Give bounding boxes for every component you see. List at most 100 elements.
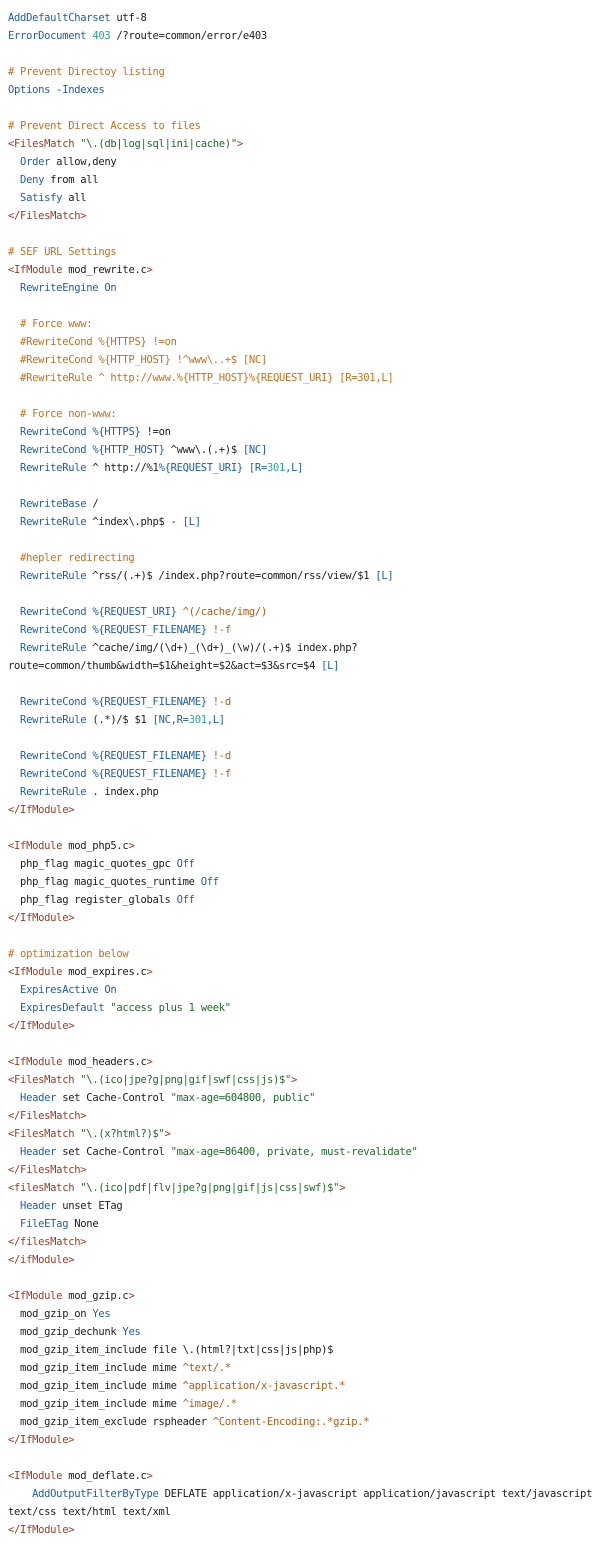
section-tag-token: <IfModule xyxy=(8,1470,63,1482)
section-tag-token: <filesMatch xyxy=(8,1182,75,1194)
code-line: <IfModule mod_php5.c> xyxy=(8,837,596,855)
directive-token: [R= xyxy=(248,462,267,474)
code-line: mod_gzip_dechunk Yes xyxy=(8,1323,596,1341)
code-line: # Force non-www: xyxy=(8,405,596,423)
code-line: #RewriteCond %{HTTP_HOST} !^www\..+$ [NC… xyxy=(8,351,596,369)
code-line: </filesMatch> xyxy=(8,1233,596,1251)
code-line: RewriteCond %{REQUEST_FILENAME} !-f xyxy=(8,621,596,639)
directive-token: Off xyxy=(176,894,195,906)
comment-token: #RewriteCond %{HTTP_HOST} !^www\..+$ [NC… xyxy=(20,354,267,366)
directive-token: [NC,R= xyxy=(152,714,189,726)
pattern-token: ^text/.* xyxy=(182,1362,231,1374)
pattern-token: !-f xyxy=(212,768,231,780)
code-line: Header set Cache-Control "max-age=86400,… xyxy=(8,1143,596,1161)
code-line: Header set Cache-Control "max-age=604800… xyxy=(8,1089,596,1107)
code-line: AddOutputFilterByType DEFLATE applicatio… xyxy=(8,1485,596,1503)
code-line: Satisfy all xyxy=(8,189,596,207)
directive-token: %{HTTPS} xyxy=(92,426,141,438)
code-line: mod_gzip_item_include mime ^text/.* xyxy=(8,1359,596,1377)
code-line: FileETag None xyxy=(8,1215,596,1233)
code-line: # Prevent Directoy listing xyxy=(8,63,596,81)
code-line: mod_gzip_item_include mime ^image/.* xyxy=(8,1395,596,1413)
code-line: </FilesMatch> xyxy=(8,1107,596,1125)
code-text: /?route=common/error/e403 xyxy=(110,30,267,42)
directive-token: Off xyxy=(200,876,219,888)
code-text: set Cache-Control xyxy=(56,1146,171,1158)
code-line: <IfModule mod_expires.c> xyxy=(8,963,596,981)
section-tag-token: </FilesMatch> xyxy=(8,1110,87,1122)
section-tag-token: > xyxy=(146,1470,153,1482)
code-line: #hepler redirecting xyxy=(8,549,596,567)
directive-token: ,L] xyxy=(206,714,225,726)
directive-token: RewriteRule xyxy=(20,570,87,582)
section-tag-token: </ifModule> xyxy=(8,1254,75,1266)
directive-token: Yes xyxy=(122,1326,141,1338)
code-line: php_flag magic_quotes_gpc Off xyxy=(8,855,596,873)
code-line: AddDefaultCharset utf-8 xyxy=(8,9,596,27)
directive-token: RewriteCond xyxy=(20,750,87,762)
code-text: all xyxy=(62,192,87,204)
section-tag-token: <IfModule xyxy=(8,1290,63,1302)
code-text: mod_gzip_item_include mime xyxy=(8,1380,183,1392)
code-line: <IfModule mod_deflate.c> xyxy=(8,1467,596,1485)
section-tag-token: <FilesMatch xyxy=(8,138,75,150)
directive-token: [L] xyxy=(182,516,201,528)
code-text: from all xyxy=(44,174,99,186)
directive-token: RewriteCond xyxy=(20,624,87,636)
number-token: 301 xyxy=(188,714,207,726)
directive-token: RewriteRule xyxy=(20,786,87,798)
directive-token: RewriteBase xyxy=(20,498,87,510)
comment-token: # SEF URL Settings xyxy=(8,246,117,258)
directive-token: RewriteCond xyxy=(20,768,87,780)
string-token: "max-age=604800, public" xyxy=(170,1092,316,1104)
section-tag-token: </IfModule> xyxy=(8,912,75,924)
section-tag-token: </IfModule> xyxy=(8,1524,75,1536)
directive-token: Header xyxy=(20,1092,57,1104)
code-line: <FilesMatch "\.(db|log|sql|ini|cache)"> xyxy=(8,135,596,153)
section-tag-token: </FilesMatch> xyxy=(8,1164,87,1176)
directive-token: %{REQUEST_FILENAME} xyxy=(92,750,207,762)
comment-token: # optimization below xyxy=(8,948,129,960)
directive-token: [L] xyxy=(375,570,394,582)
section-tag-token: </FilesMatch> xyxy=(8,210,87,222)
code-line: </FilesMatch> xyxy=(8,207,596,225)
directive-token: RewriteRule xyxy=(20,462,87,474)
directive-token: Options xyxy=(8,84,51,96)
code-line: <FilesMatch "\.(ico|jpe?g|png|gif|swf|cs… xyxy=(8,1071,596,1089)
code-text: mod_gzip_item_include mime xyxy=(8,1398,183,1410)
code-text: mod_headers.c xyxy=(62,1056,147,1068)
string-token: "\.(ico|jpe?g|png|gif|swf|css|js)$" xyxy=(80,1074,292,1086)
code-text: ^www\.(.+)$ xyxy=(164,444,243,456)
code-text: ^ http://%1 xyxy=(86,462,159,474)
directive-token: [NC] xyxy=(242,444,267,456)
directive-token: Satisfy xyxy=(20,192,63,204)
code-line: </ifModule> xyxy=(8,1251,596,1269)
directive-token: %{REQUEST_FILENAME} xyxy=(92,768,207,780)
code-line: mod_gzip_on Yes xyxy=(8,1305,596,1323)
section-tag-token: > xyxy=(236,138,243,150)
section-tag-token: <FilesMatch xyxy=(8,1074,75,1086)
directive-token: FileETag xyxy=(20,1218,69,1230)
code-line: mod_gzip_item_exclude rspheader ^Content… xyxy=(8,1413,596,1431)
code-line: php_flag register_globals Off xyxy=(8,891,596,909)
directive-token: Deny xyxy=(20,174,45,186)
code-text: mod_rewrite.c xyxy=(62,264,147,276)
